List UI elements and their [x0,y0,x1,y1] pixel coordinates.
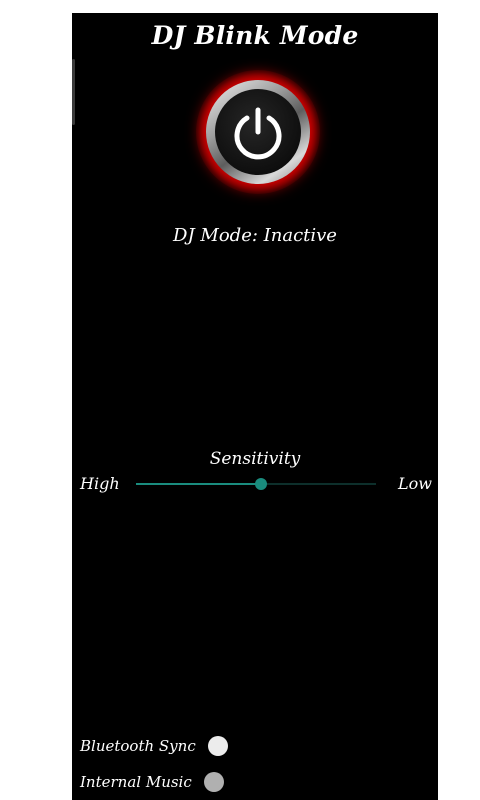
sensitivity-label: Sensitivity [209,449,301,469]
power-button-face [215,89,301,175]
bluetooth-sync-label: Bluetooth Sync [80,737,196,755]
app-screen: DJ Blink Mode DJ Mode: Inactive Sensitiv… [72,13,438,800]
page-title: DJ Blink Mode [151,21,359,50]
power-button-ring [206,80,310,184]
power-button[interactable] [196,70,320,194]
sensitivity-high-label: High [80,474,120,493]
internal-music-row: Internal Music [80,770,224,794]
slider-thumb[interactable] [254,478,267,490]
dj-mode-status: DJ Mode: Inactive [173,225,337,246]
bluetooth-sync-row: Bluetooth Sync [80,734,228,758]
edge-handle[interactable] [72,59,75,125]
internal-music-toggle[interactable] [203,772,224,792]
power-icon [234,107,282,160]
internal-music-label: Internal Music [80,773,192,791]
slider-fill [136,483,261,485]
bluetooth-sync-toggle[interactable] [207,736,228,756]
sensitivity-low-label: Low [398,474,432,493]
sensitivity-slider[interactable] [136,473,376,495]
